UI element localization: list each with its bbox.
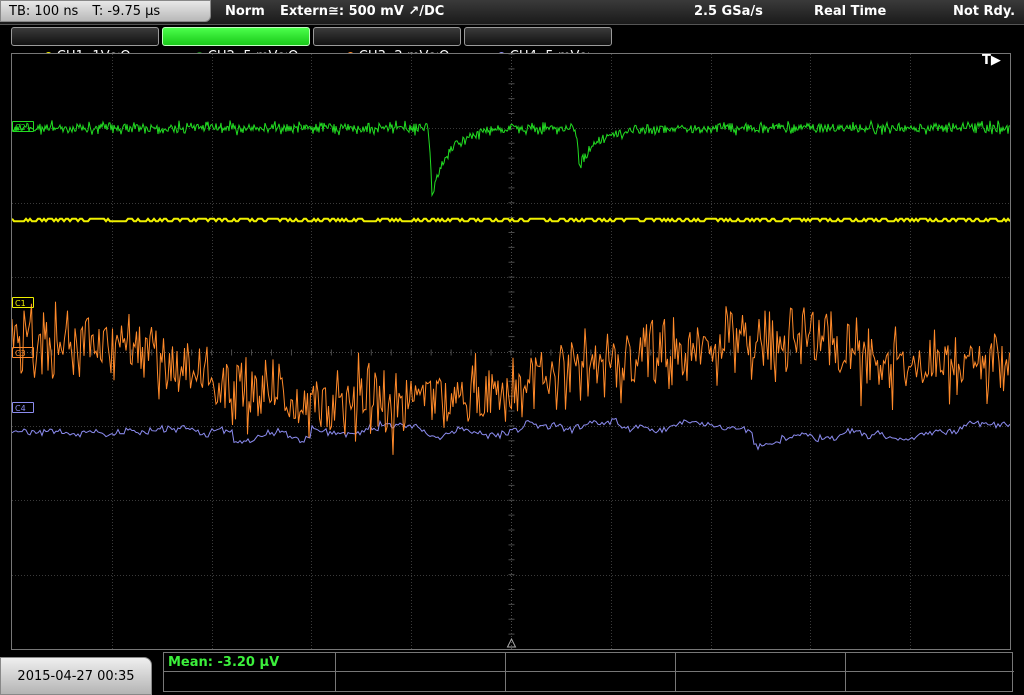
measurement-cell[interactable] — [336, 672, 506, 691]
ch1-waveform — [12, 217, 1010, 223]
measurement-cell[interactable] — [164, 672, 336, 691]
trigger-source[interactable]: Extern≅: 500 mV ↗/DC — [280, 0, 444, 24]
acquisition-mode[interactable]: Real Time — [814, 0, 886, 24]
ch3-waveform — [12, 301, 1010, 455]
timebase-value: TB: 100 ns — [9, 4, 79, 19]
measurement-cell[interactable] — [506, 672, 676, 691]
traces — [12, 119, 1010, 648]
measurement-table[interactable] — [163, 652, 1014, 692]
ch4-offset-marker[interactable]: C4 — [12, 402, 34, 413]
measurement-cell[interactable] — [676, 672, 846, 691]
channel-tab-ch2[interactable]: CH2: 5 mV≅Ω — [162, 27, 310, 64]
ch2-offset-marker[interactable]: C2 — [12, 121, 34, 132]
trigger-mode[interactable]: Norm — [225, 0, 265, 24]
measurement-cell[interactable] — [506, 653, 676, 672]
date-time: 2015-04-27 00:35 — [0, 657, 152, 695]
channel-tab-ch3[interactable]: CH3: 2 mV≅Ω — [313, 27, 461, 64]
channel-tab-ch1[interactable]: CH1: 1V≅Ω — [11, 27, 159, 64]
measurement-mean: Mean: -3.20 µV — [168, 655, 280, 670]
sample-rate[interactable]: 2.5 GSa/s — [694, 0, 763, 24]
oscilloscope-screen: TB: 100 ns T: -9.75 µs Norm Extern≅: 500 … — [0, 0, 1024, 695]
waveform-canvas — [12, 54, 1010, 649]
ch3-offset-marker[interactable]: C3 — [12, 347, 34, 358]
waveform-display[interactable] — [11, 53, 1011, 650]
channel-tab-ch4[interactable]: CH4: 5 mV≅ — [464, 27, 612, 64]
measurement-cell[interactable] — [336, 653, 506, 672]
measurement-cell[interactable] — [676, 653, 846, 672]
measurement-cell[interactable] — [846, 653, 1014, 672]
timebase-panel[interactable]: TB: 100 ns T: -9.75 µs — [0, 0, 211, 22]
trigger-time-value: T: -9.75 µs — [92, 4, 161, 19]
channel-bar: CH1: 1V≅Ω CH2: 5 mV≅Ω CH3: 2 mV≅Ω CH4: 5… — [0, 26, 1024, 64]
ready-state: Not Rdy. — [953, 4, 1016, 19]
measurement-cell[interactable] — [846, 672, 1014, 691]
graticule — [12, 54, 1010, 649]
trigger-position-marker: T▶ — [982, 53, 1001, 68]
status-bar: TB: 100 ns T: -9.75 µs Norm Extern≅: 500 … — [0, 0, 1024, 25]
ch1-offset-marker[interactable]: C1 — [12, 297, 34, 308]
